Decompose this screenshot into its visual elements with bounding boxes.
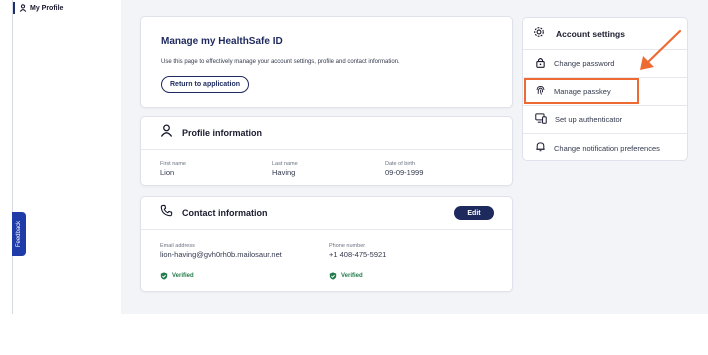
change-notification-preferences-label: Change notification preferences	[554, 143, 660, 153]
phone-verified-badge: Verified	[329, 267, 363, 285]
page-description: Use this page to effectively manage your…	[161, 59, 400, 65]
manage-card: Manage my HealthSafe ID Use this page to…	[140, 16, 513, 108]
change-notification-preferences-link[interactable]: Change notification preferences	[523, 134, 687, 162]
annotation-arrow-icon	[640, 29, 682, 70]
profile-card-header: Profile information	[141, 117, 512, 150]
person-icon	[160, 124, 173, 142]
feedback-tab[interactable]: Feedback	[12, 212, 26, 256]
phone-icon	[160, 204, 173, 222]
edit-contact-button[interactable]: Edit	[454, 206, 494, 220]
email-verified-badge: Verified	[160, 267, 194, 285]
bell-icon	[535, 139, 546, 157]
set-up-authenticator-label: Set up authenticator	[555, 115, 623, 124]
account-settings-title: Account settings	[556, 28, 625, 39]
profile-card-title: Profile information	[182, 128, 263, 138]
field-label: First name	[160, 161, 186, 167]
field-value: +1 408-475-5921	[329, 250, 387, 259]
verified-text: Verified	[341, 273, 363, 279]
field-label: Email address	[160, 243, 195, 249]
sidebar-item-my-profile[interactable]: My Profile	[13, 2, 121, 14]
person-icon	[19, 4, 27, 12]
lock-icon	[535, 55, 546, 73]
change-password-label: Change password	[554, 59, 615, 68]
first-name-field: First name Lion	[160, 161, 186, 177]
manage-passkey-highlight-box	[524, 78, 639, 104]
profile-card: Profile information First name Lion Last…	[140, 116, 513, 186]
field-value: Having	[272, 168, 296, 177]
gear-icon	[533, 25, 545, 43]
date-of-birth-field: Date of birth 09-09-1999	[385, 161, 423, 177]
set-up-authenticator-link[interactable]: Set up authenticator	[523, 106, 687, 134]
field-label: Phone number	[329, 243, 366, 249]
sidebar-divider	[12, 0, 13, 314]
verified-text: Verified	[172, 273, 194, 279]
field-label: Last name	[272, 161, 298, 167]
last-name-field: Last name Having	[272, 161, 298, 177]
verified-check-icon	[329, 267, 337, 285]
field-value: 09-09-1999	[385, 168, 424, 177]
feedback-label: Feedback	[16, 220, 23, 248]
page-title: Manage my HealthSafe ID	[161, 36, 283, 47]
contact-card: Contact information Edit Email address l…	[140, 196, 513, 292]
field-label: Date of birth	[385, 161, 415, 167]
field-value: lion-having@gvh0rh0b.mailosaur.net	[160, 250, 282, 259]
sidebar: My Profile	[0, 0, 121, 314]
monitor-phone-icon	[535, 111, 547, 129]
contact-card-title: Contact information	[182, 208, 268, 218]
email-field: Email address lion-having@gvh0rh0b.mailo…	[160, 243, 282, 259]
return-to-application-button[interactable]: Return to application	[161, 76, 249, 93]
sidebar-item-label: My Profile	[30, 4, 64, 12]
field-value: Lion	[160, 168, 175, 177]
phone-field: Phone number +1 408-475-5921	[329, 243, 386, 259]
verified-check-icon	[160, 267, 168, 285]
